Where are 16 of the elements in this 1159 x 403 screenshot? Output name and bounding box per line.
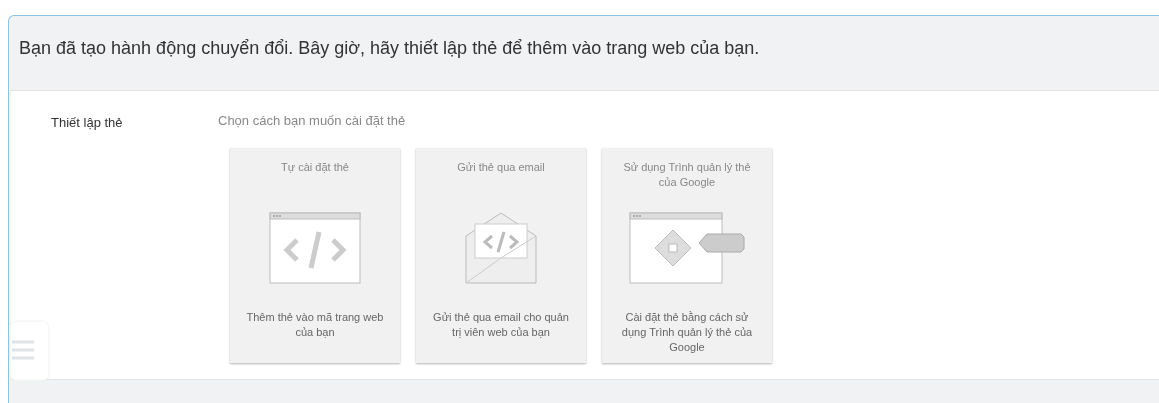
section-label: Thiết lập thẻ: [51, 115, 123, 130]
envelope-code-icon: [465, 212, 537, 284]
option-title: Tự cài đặt thẻ: [281, 160, 349, 175]
option-description: Gửi thẻ qua email cho quản trị viên web của bạn: [432, 310, 570, 340]
option-description: Thêm thẻ vào mã trang web của bạn: [245, 310, 385, 340]
option-tile[interactable]: Sử dụng Trình quản lý thẻ của Google Cài đặt thẻ bằng cách sử dụng Trình quản lý thẻ của Google: [602, 148, 772, 363]
option-title: Gửi thẻ qua email: [457, 160, 545, 175]
section-prompt: Chọn cách bạn muốn cài đặt thẻ: [218, 113, 407, 128]
code-window-icon: [269, 212, 361, 284]
tag-window-icon: [629, 212, 745, 284]
option-tile[interactable]: Tự cài đặt thẻ Thêm thẻ vào mã trang web của bạn: [230, 148, 400, 363]
option-description: Cài đặt thẻ bằng cách sử dụng Trình quản lý thẻ của Google: [620, 310, 754, 355]
menu-icon[interactable]: [10, 320, 50, 382]
page-heading: Bạn đã tạo hành động chuyển đổi. Bây giờ, hãy thiết lập thẻ để thêm vào trang web của bạn.: [18, 37, 761, 60]
option-title: Sử dụng Trình quản lý thẻ của Google: [622, 160, 752, 190]
option-tile[interactable]: Gửi thẻ qua email Gửi thẻ qua email cho quản trị viên web của bạn: [416, 148, 586, 363]
